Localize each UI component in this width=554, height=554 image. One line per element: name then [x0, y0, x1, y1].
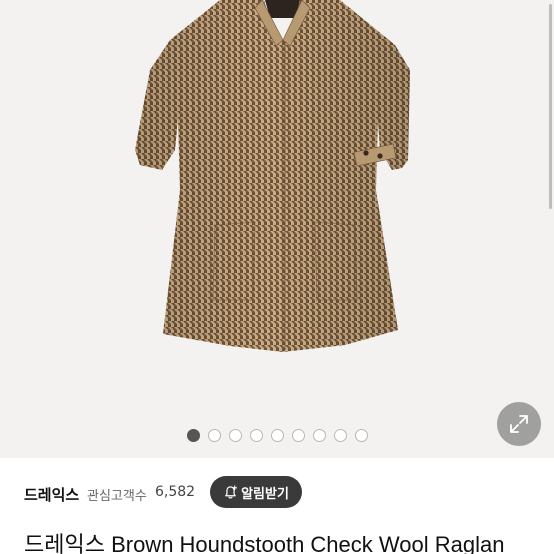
page-scrollbar[interactable] [549, 4, 552, 209]
bell-plus-icon [225, 484, 238, 498]
pager-dot[interactable] [334, 429, 347, 442]
pager-dot[interactable] [313, 429, 326, 442]
product-image-gallery[interactable] [0, 0, 554, 458]
notify-button[interactable]: 알림받기 [210, 476, 302, 508]
product-photo [135, 0, 410, 352]
pager-dot[interactable] [208, 429, 221, 442]
product-title: 드레익스 Brown Houndstooth Check Wool Raglan [24, 532, 505, 554]
pager-dot[interactable] [187, 429, 200, 442]
pager-dot[interactable] [271, 429, 284, 442]
pager-dot[interactable] [250, 429, 263, 442]
follower-count: 6,582 [155, 484, 196, 500]
expand-arrows-icon [510, 415, 528, 433]
expand-image-button[interactable] [497, 402, 541, 446]
store-name[interactable]: 드레익스 [24, 484, 79, 505]
pager-dot[interactable] [292, 429, 305, 442]
notify-button-label: 알림받기 [241, 486, 289, 502]
image-pager[interactable] [187, 429, 368, 442]
pager-dot[interactable] [355, 429, 368, 442]
pager-dot[interactable] [229, 429, 242, 442]
follower-label: 관심고객수 [87, 489, 147, 504]
